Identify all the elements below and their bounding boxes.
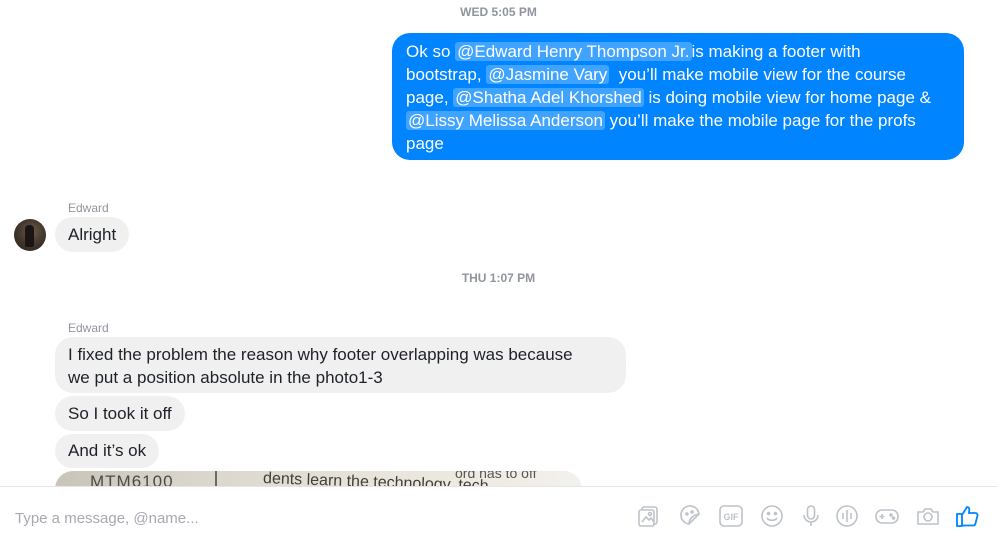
sender-name: Edward — [68, 321, 109, 335]
incoming-message[interactable]: I fixed the problem the reason why foote… — [55, 337, 626, 393]
mention-link[interactable]: @Lissy Melissa Anderson — [406, 111, 605, 130]
emoji-icon[interactable] — [759, 503, 785, 529]
svg-text:GIF: GIF — [724, 512, 740, 522]
mention-link[interactable]: @Edward Henry Thompson Jr. — [455, 42, 692, 61]
audio-icon[interactable] — [834, 503, 860, 529]
message-composer: Type a message, @name... GIF — [0, 486, 997, 541]
message-input[interactable]: Type a message, @name... — [15, 510, 199, 527]
mention-link[interactable]: @Shatha Adel Khorshed — [453, 88, 644, 107]
game-icon[interactable] — [874, 503, 900, 529]
outgoing-message[interactable]: Ok so @Edward Henry Thompson Jr. is makin… — [392, 33, 964, 160]
sender-name: Edward — [68, 201, 109, 215]
conversation-area: WED 5:05 PM Ok so @Edward Henry Thompson… — [0, 0, 997, 486]
thumbs-up-icon[interactable] — [954, 503, 980, 529]
sticker-icon[interactable] — [677, 503, 703, 529]
camera-icon[interactable] — [915, 503, 941, 529]
timestamp: WED 5:05 PM — [460, 5, 537, 19]
image-icon[interactable] — [636, 503, 662, 529]
gif-icon[interactable]: GIF — [718, 503, 744, 529]
microphone-icon[interactable] — [798, 503, 824, 529]
incoming-message[interactable]: So I took it off — [55, 396, 185, 431]
avatar[interactable] — [14, 219, 46, 251]
incoming-message[interactable]: And it’s ok — [55, 434, 160, 468]
timestamp: THU 1:07 PM — [461, 271, 536, 285]
mention-link[interactable]: @Jasmine Vary — [486, 65, 610, 84]
incoming-message[interactable]: Alright — [55, 217, 130, 252]
image-attachment[interactable]: MTM6100 dents learn the technology, tech… — [55, 471, 582, 486]
